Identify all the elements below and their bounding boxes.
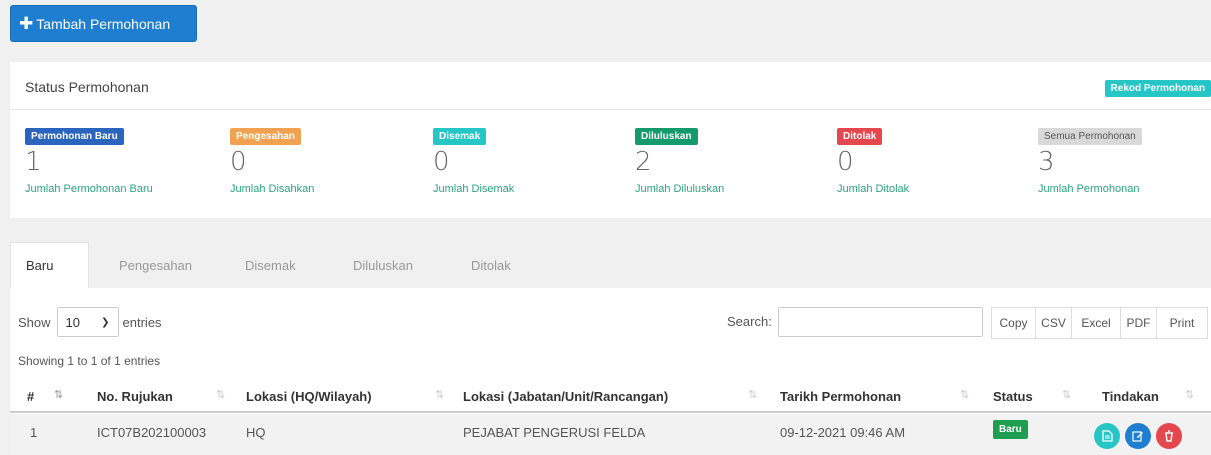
add-application-button[interactable]: ✚ Tambah Permohonan <box>10 5 197 42</box>
sort-icon: ⇅ <box>748 389 758 401</box>
sort-icon: ⇅ <box>1185 389 1195 401</box>
stat-label: Ditolak <box>837 128 883 145</box>
column-header-index[interactable]: # <box>27 389 34 404</box>
tab-bar: Baru Pengesahan Disemak Diluluskan Ditol… <box>10 242 1211 288</box>
stat-label: Pengesahan <box>230 128 301 145</box>
tab-diluluskan[interactable]: Diluluskan <box>338 242 428 288</box>
tab-baru[interactable]: Baru <box>10 242 89 288</box>
show-label: Show <box>18 314 51 330</box>
cell-rujukan: ICT07B202100003 <box>97 425 207 440</box>
applications-panel: Baru Pengesahan Disemak Diluluskan Ditol… <box>10 242 1211 455</box>
status-header: Status Permohonan Rekod Permohonan <box>10 62 1211 110</box>
sort-icon: ⇅ <box>435 389 445 401</box>
status-title: Status Permohonan <box>25 79 149 95</box>
tab-ditolak[interactable]: Ditolak <box>456 242 526 288</box>
add-application-label: Tambah Permohonan <box>36 15 171 32</box>
status-panel: Status Permohonan Rekod Permohonan Permo… <box>10 62 1211 218</box>
stat-label: Disemak <box>433 128 487 145</box>
table-info: Showing 1 to 1 of 1 entries <box>18 354 161 368</box>
stat-label: Semua Permohonan <box>1038 128 1142 145</box>
stat-count: 0 <box>433 147 450 177</box>
cell-lokasi-hq: HQ <box>246 425 266 440</box>
stat-diluluskan: Diluluskan 2 Jumlah Diluluskan <box>635 126 724 195</box>
tab-disemak[interactable]: Disemak <box>230 242 311 288</box>
print-button[interactable]: Print <box>1156 307 1208 339</box>
edit-icon <box>1132 431 1143 442</box>
table-header: # ⇅ No. Rujukan ⇅ Lokasi (HQ/Wilayah) ⇅ … <box>10 380 1211 413</box>
rekod-permohonan-badge[interactable]: Rekod Permohonan <box>1104 80 1211 97</box>
column-header-rujukan[interactable]: No. Rujukan <box>97 389 173 404</box>
trash-icon <box>1165 430 1173 442</box>
csv-button[interactable]: CSV <box>1035 307 1072 339</box>
page-length-value: 10 <box>65 314 80 330</box>
search-input[interactable] <box>778 307 983 337</box>
view-button[interactable] <box>1094 423 1120 449</box>
stat-pengesahan: Pengesahan 0 Jumlah Disahkan <box>230 126 314 195</box>
stat-count: 0 <box>837 147 854 177</box>
entries-label: entries <box>122 314 162 330</box>
page-length-select[interactable]: 10 ❯ <box>56 307 119 337</box>
tab-pengesahan[interactable]: Pengesahan <box>104 242 207 288</box>
column-header-lokasi-jabatan[interactable]: Lokasi (Jabatan/Unit/Rancangan) <box>463 389 668 404</box>
stat-count: 0 <box>230 147 247 177</box>
top-toolbar: ✚ Tambah Permohonan <box>0 0 1211 46</box>
sort-icon: ⇅ <box>216 389 226 401</box>
sort-icon: ⇅ <box>54 389 64 401</box>
sort-icon: ⇅ <box>960 389 970 401</box>
stat-caption[interactable]: Jumlah Ditolak <box>837 183 909 195</box>
table-row: 1 ICT07B202100003 HQ PEJABAT PENGERUSI F… <box>10 414 1211 455</box>
stat-caption[interactable]: Jumlah Permohonan <box>1038 183 1142 195</box>
status-badge: Baru <box>993 420 1028 439</box>
sort-icon: ⇅ <box>1062 389 1072 401</box>
page-length-control: Show 10 ❯ entries <box>18 307 162 337</box>
cell-lokasi-jabatan: PEJABAT PENGERUSI FELDA <box>463 425 646 440</box>
document-icon <box>1101 430 1113 442</box>
stat-label: Permohonan Baru <box>25 128 124 145</box>
stat-permohonan-baru: Permohonan Baru 1 Jumlah Permohonan Baru <box>25 126 153 195</box>
stat-disemak: Disemak 0 Jumlah Disemak <box>433 126 514 195</box>
excel-button[interactable]: Excel <box>1071 307 1121 339</box>
plus-icon: ✚ <box>19 13 34 33</box>
stat-caption[interactable]: Jumlah Disemak <box>433 183 514 195</box>
cell-tarikh: 09-12-2021 09:46 AM <box>780 425 906 440</box>
stat-caption[interactable]: Jumlah Diluluskan <box>635 183 724 195</box>
stat-caption[interactable]: Jumlah Permohonan Baru <box>25 183 153 195</box>
stat-count: 1 <box>25 147 42 177</box>
copy-button[interactable]: Copy <box>991 307 1036 339</box>
search-label: Search: <box>727 314 772 329</box>
column-header-lokasi-hq[interactable]: Lokasi (HQ/Wilayah) <box>246 389 372 404</box>
delete-button[interactable] <box>1156 423 1182 449</box>
stat-count: 2 <box>635 147 652 177</box>
stat-count: 3 <box>1038 147 1055 177</box>
pdf-button[interactable]: PDF <box>1120 307 1157 339</box>
stat-ditolak: Ditolak 0 Jumlah Ditolak <box>837 126 909 195</box>
column-header-tindakan[interactable]: Tindakan <box>1102 389 1159 404</box>
column-header-tarikh[interactable]: Tarikh Permohonan <box>780 389 901 404</box>
chevron-down-icon: ❯ <box>101 316 110 328</box>
edit-button[interactable] <box>1125 423 1151 449</box>
stat-caption[interactable]: Jumlah Disahkan <box>230 183 314 195</box>
stat-label: Diluluskan <box>635 128 698 145</box>
cell-index: 1 <box>30 425 38 440</box>
stat-semua-permohonan: Semua Permohonan 3 Jumlah Permohonan <box>1038 126 1142 195</box>
column-header-status[interactable]: Status <box>993 389 1033 404</box>
